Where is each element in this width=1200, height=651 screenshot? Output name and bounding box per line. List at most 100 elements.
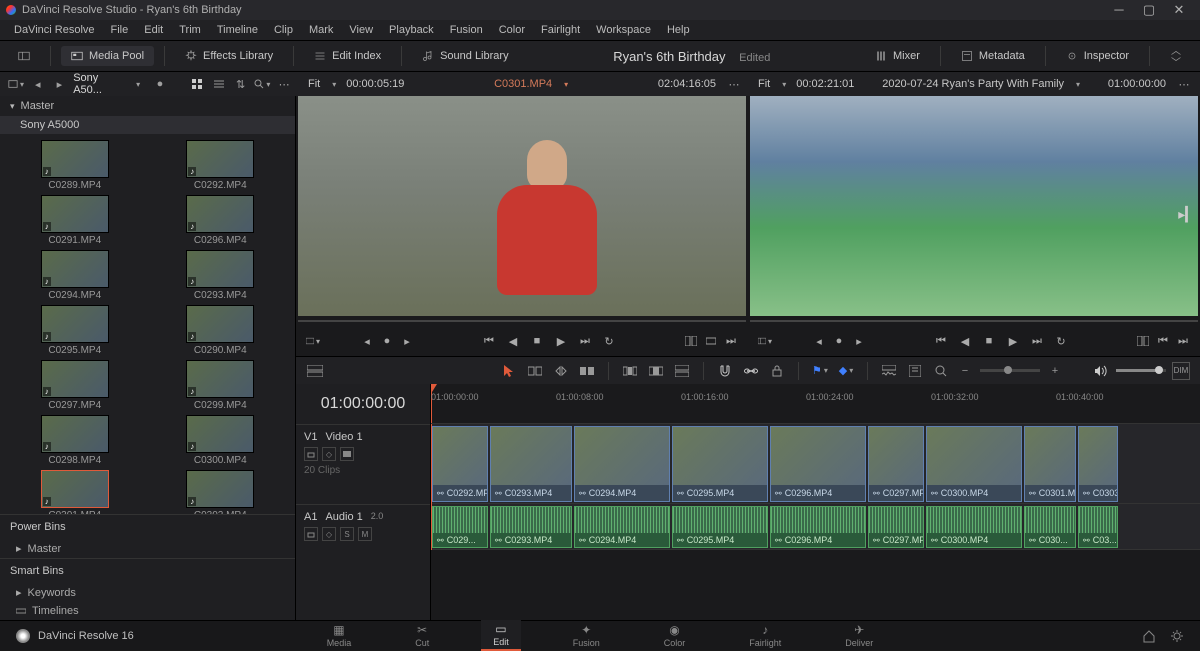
video-clip[interactable]: ⚯C0292.MP4: [432, 426, 488, 502]
sort-button[interactable]: ⇅: [233, 76, 249, 92]
timeline-ruler[interactable]: 01:00:00:0001:00:08:0001:00:16:0001:00:2…: [431, 384, 1200, 424]
clip-thumbnail[interactable]: ♪C0291.MP4: [6, 195, 144, 246]
audio-lock-button[interactable]: [304, 527, 318, 541]
page-color[interactable]: ◉Color: [652, 621, 698, 650]
menu-help[interactable]: Help: [659, 24, 698, 36]
source-mark-button[interactable]: ●: [380, 334, 394, 348]
zoom-in-button[interactable]: +: [1046, 362, 1064, 380]
close-button[interactable]: ✕: [1164, 0, 1194, 20]
timeline-timecode[interactable]: 01:00:00:00: [296, 384, 430, 424]
home-button[interactable]: [1142, 629, 1156, 643]
audio-auto-button[interactable]: ◇: [322, 527, 336, 541]
timeline-stop-button[interactable]: ■: [982, 334, 996, 348]
audio-clip[interactable]: ⚯C0295.MP4: [672, 506, 768, 548]
source-fit-label[interactable]: Fit: [308, 78, 320, 90]
clip-thumbnail[interactable]: ♪C0302.MP4: [152, 470, 290, 514]
audio-clip[interactable]: ⚯C0300.MP4: [926, 506, 1022, 548]
page-cut[interactable]: ✂Cut: [403, 621, 441, 650]
zoom-fit-button[interactable]: [932, 362, 950, 380]
video-clip[interactable]: ⚯C0297.MP4: [868, 426, 924, 502]
smart-bins-keywords[interactable]: ▸Keywords: [0, 583, 295, 602]
next-clip-button[interactable]: ▸▎: [1178, 206, 1196, 223]
menu-davinci[interactable]: DaVinci Resolve: [6, 24, 103, 36]
source-options-button[interactable]: ⋯: [726, 76, 742, 92]
menu-clip[interactable]: Clip: [266, 24, 301, 36]
source-prev-button[interactable]: ◀: [506, 334, 520, 348]
bin-master-header[interactable]: ▾Master: [0, 96, 295, 116]
dynamic-trim-button[interactable]: [552, 362, 570, 380]
menu-mark[interactable]: Mark: [301, 24, 341, 36]
source-prev-mark-button[interactable]: ◂: [360, 334, 374, 348]
audio-clip[interactable]: ⚯C03...: [1078, 506, 1118, 548]
volume-icon-button[interactable]: [1092, 362, 1110, 380]
record-icon[interactable]: ●: [152, 76, 168, 92]
av-sync-button[interactable]: [880, 362, 898, 380]
source-play-button[interactable]: ▶: [554, 334, 568, 348]
source-match-button[interactable]: [684, 334, 698, 348]
source-next-mark-button[interactable]: ▸: [400, 334, 414, 348]
video-track[interactable]: ⚯C0292.MP4⚯C0293.MP4⚯C0294.MP4⚯C0295.MP4…: [431, 424, 1200, 504]
power-bins-header[interactable]: Power Bins: [0, 514, 295, 539]
edit-index-tab[interactable]: Edit Index: [304, 46, 391, 66]
bin-fwd-button[interactable]: ▸: [52, 76, 68, 92]
page-deliver[interactable]: ✈Deliver: [833, 621, 885, 650]
audio-clip[interactable]: ⚯C0297.MP4: [868, 506, 924, 548]
audio-track-header[interactable]: A1Audio 12.0 ◇ S M: [296, 504, 430, 550]
lock-button[interactable]: [768, 362, 786, 380]
volume-slider[interactable]: [1116, 369, 1166, 372]
clip-thumbnail[interactable]: ♪C0292.MP4: [152, 140, 290, 191]
timeline-fit-label[interactable]: Fit: [758, 78, 770, 90]
timeline-mode-button[interactable]: ▾: [758, 334, 772, 348]
timeline-mark-button[interactable]: ●: [832, 334, 846, 348]
menu-edit[interactable]: Edit: [136, 24, 171, 36]
sound-library-tab[interactable]: Sound Library: [412, 46, 519, 66]
menu-fairlight[interactable]: Fairlight: [533, 24, 588, 36]
menu-fusion[interactable]: Fusion: [442, 24, 491, 36]
menu-trim[interactable]: Trim: [171, 24, 209, 36]
timeline-next-button[interactable]: ⏭: [1030, 334, 1044, 348]
overwrite-clip-button[interactable]: [647, 362, 665, 380]
menu-color[interactable]: Color: [491, 24, 533, 36]
timeline-first-button[interactable]: ⏮: [934, 334, 948, 348]
audio-clip[interactable]: ⚯C0296.MP4: [770, 506, 866, 548]
blade-tool-button[interactable]: [578, 362, 596, 380]
timeline-loop-button[interactable]: ↻: [1054, 334, 1068, 348]
timeline-play-button[interactable]: ▶: [1006, 334, 1020, 348]
video-clip[interactable]: ⚯C0296.MP4: [770, 426, 866, 502]
source-overwrite-button[interactable]: ⏭: [724, 334, 738, 348]
video-enable-button[interactable]: [340, 447, 354, 461]
zoom-slider[interactable]: [980, 369, 1040, 372]
mixer-tab[interactable]: Mixer: [865, 46, 930, 66]
selection-tool-button[interactable]: [500, 362, 518, 380]
audio-clip[interactable]: ⚯C0293.MP4: [490, 506, 572, 548]
expand-button[interactable]: [1160, 46, 1192, 66]
effects-library-tab[interactable]: Effects Library: [175, 46, 283, 66]
settings-button[interactable]: [1170, 629, 1184, 643]
list-view-button[interactable]: [211, 76, 227, 92]
timeline-viewer-screen[interactable]: ▎◂ ▸▎: [750, 96, 1198, 316]
video-clip[interactable]: ⚯C0300.MP4: [926, 426, 1022, 502]
search-button[interactable]: ▾: [254, 76, 270, 92]
source-loop-button[interactable]: ↻: [602, 334, 616, 348]
timeline-next-mark-button[interactable]: ▸: [852, 334, 866, 348]
clip-thumbnail[interactable]: ♪C0293.MP4: [152, 250, 290, 301]
clip-thumbnail[interactable]: ♪C0297.MP4: [6, 360, 144, 411]
menu-file[interactable]: File: [103, 24, 137, 36]
dim-button[interactable]: DIM: [1172, 362, 1190, 380]
bin-back-button[interactable]: ◂: [30, 76, 46, 92]
timeline-scrubber[interactable]: [750, 316, 1198, 326]
timeline-options-button[interactable]: ⋯: [1176, 76, 1192, 92]
page-media[interactable]: ▦Media: [315, 621, 364, 650]
clip-thumbnail[interactable]: ♪C0298.MP4: [6, 415, 144, 466]
snap-button[interactable]: [716, 362, 734, 380]
video-track-header[interactable]: V1Video 1 ◇ 20 Clips: [296, 424, 430, 504]
video-lock-button[interactable]: [304, 447, 318, 461]
bin-dropdown-icon[interactable]: ▾: [136, 80, 140, 89]
clip-thumbnail[interactable]: ♪C0290.MP4: [152, 305, 290, 356]
source-insert-button[interactable]: [704, 334, 718, 348]
bin-list-button[interactable]: ▾: [8, 76, 24, 92]
smart-bins-header[interactable]: Smart Bins: [0, 558, 295, 583]
clip-thumbnail[interactable]: ♪C0300.MP4: [152, 415, 290, 466]
clip-thumbnail[interactable]: ♪C0295.MP4: [6, 305, 144, 356]
grid-view-button[interactable]: [190, 76, 206, 92]
